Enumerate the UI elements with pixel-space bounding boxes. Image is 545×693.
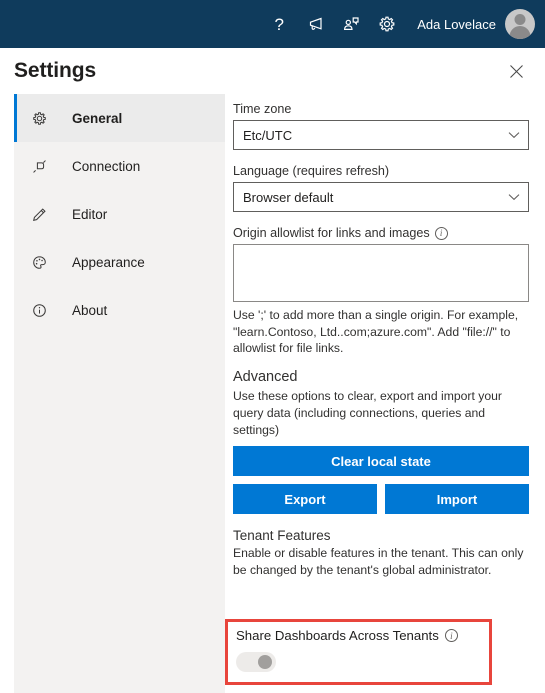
- share-dashboards-label: Share Dashboards Across Tenants i: [236, 628, 489, 643]
- language-select[interactable]: Browser default: [233, 182, 529, 212]
- origin-allowlist-label: Origin allowlist for links and images i: [233, 226, 529, 240]
- chevron-down-icon: [508, 131, 520, 139]
- avatar-head: [514, 14, 526, 25]
- timezone-label: Time zone: [233, 102, 292, 116]
- toggle-knob: [258, 655, 272, 669]
- advanced-heading: Advanced: [233, 369, 298, 386]
- sidebar-item-label: Connection: [72, 158, 141, 174]
- origin-allowlist-label-text: Origin allowlist for links and images: [233, 226, 430, 240]
- import-button[interactable]: Import: [385, 484, 529, 515]
- export-import-row: Export Import: [233, 484, 529, 515]
- help-glyph: ?: [274, 14, 284, 34]
- sidebar-item-label: General: [72, 110, 123, 126]
- sidebar-item-editor[interactable]: Editor: [14, 190, 225, 238]
- gear-icon: [26, 110, 52, 127]
- settings-gear-icon[interactable]: [369, 4, 405, 44]
- sidebar-item-general[interactable]: General: [14, 94, 225, 142]
- page-title: Settings: [14, 59, 97, 82]
- general-settings-content: Time zone Etc/UTC Language (requires ref…: [225, 94, 545, 693]
- export-button[interactable]: Export: [233, 484, 377, 515]
- plug-icon: [26, 158, 52, 175]
- advanced-description: Use these options to clear, export and i…: [233, 389, 502, 437]
- language-value: Browser default: [243, 189, 334, 205]
- top-app-bar: ? Ada Lovelace: [0, 0, 545, 48]
- feedback-icon[interactable]: [333, 4, 369, 44]
- clear-local-state-button[interactable]: Clear local state: [233, 446, 529, 477]
- avatar-body: [509, 26, 531, 39]
- info-icon[interactable]: i: [444, 629, 458, 642]
- info-icon[interactable]: i: [434, 226, 448, 240]
- sidebar-item-label: Editor: [72, 206, 108, 222]
- timezone-select[interactable]: Etc/UTC: [233, 120, 529, 150]
- close-icon[interactable]: [503, 58, 529, 84]
- chevron-down-icon: [508, 193, 520, 201]
- sidebar-item-connection[interactable]: Connection: [14, 142, 225, 190]
- avatar[interactable]: [505, 9, 535, 39]
- origin-allowlist-input[interactable]: [233, 244, 529, 302]
- origin-allowlist-hint: Use ';' to add more than a single origin…: [233, 308, 519, 356]
- settings-panel-header: Settings: [0, 48, 545, 94]
- share-dashboards-label-text: Share Dashboards Across Tenants: [236, 628, 439, 643]
- sidebar-item-about[interactable]: About: [14, 286, 225, 334]
- sidebar-item-label: Appearance: [72, 254, 145, 270]
- timezone-value: Etc/UTC: [243, 127, 293, 143]
- announcements-megaphone-icon[interactable]: [297, 4, 333, 44]
- pencil-icon: [26, 206, 52, 223]
- language-label: Language (requires refresh): [233, 164, 390, 178]
- sidebar-item-appearance[interactable]: Appearance: [14, 238, 225, 286]
- sidebar-item-label: About: [72, 302, 108, 318]
- share-dashboards-highlight: Share Dashboards Across Tenants i: [225, 619, 492, 685]
- palette-icon: [26, 254, 52, 271]
- user-name[interactable]: Ada Lovelace: [417, 17, 496, 32]
- settings-panel-body: General Connection Editor Appearance Abo…: [0, 94, 545, 693]
- tenant-features-description: Enable or disable features in the tenant…: [233, 546, 524, 577]
- tenant-features-heading: Tenant Features: [233, 528, 331, 544]
- settings-sidebar: General Connection Editor Appearance Abo…: [14, 94, 225, 693]
- share-dashboards-toggle[interactable]: [236, 652, 276, 672]
- help-icon[interactable]: ?: [261, 4, 297, 44]
- info-circle-icon: [26, 302, 52, 319]
